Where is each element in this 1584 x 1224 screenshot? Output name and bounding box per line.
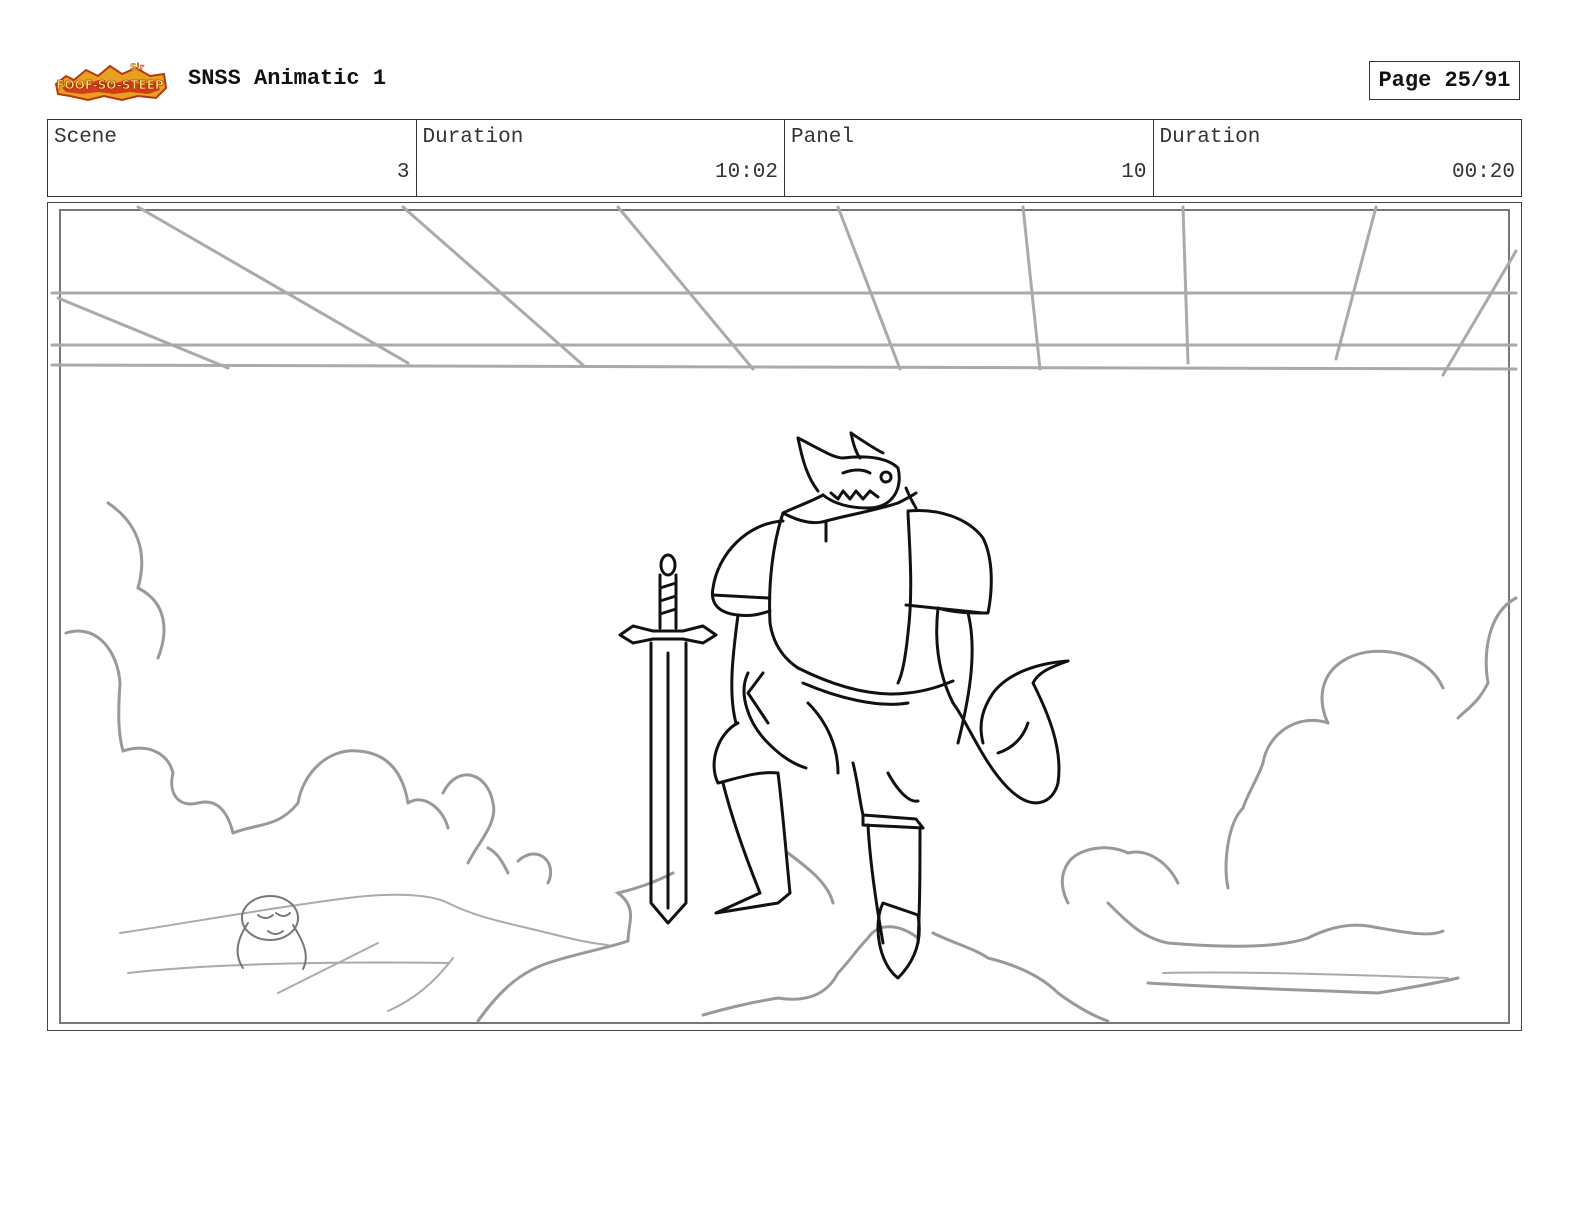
scene-cell: Scene 3 (48, 120, 417, 196)
panel-cell: Panel 10 (785, 120, 1154, 196)
sword-sketch (618, 553, 718, 925)
scene-label: Scene (54, 126, 118, 149)
page-indicator: Page 25/91 (1369, 61, 1520, 100)
left-ground-sketch (119, 893, 1449, 1012)
logo-lettering: FOOF-SO-STEEP (56, 78, 164, 92)
small-creature-sketch (236, 895, 307, 970)
document-title: SNSS Animatic 1 (188, 66, 387, 91)
logo-graphic: FOOF-SO-STEEP Sir (54, 63, 168, 102)
panel-duration-cell: Duration 00:20 (1154, 120, 1522, 196)
scene-duration-cell: Duration 10:02 (417, 120, 785, 196)
cloud-sketch-right (1060, 596, 1518, 905)
ground-sketch (476, 851, 1460, 1023)
svg-text:Sir: Sir (130, 63, 145, 73)
show-logo: FOOF-SO-STEEP Sir (52, 58, 170, 104)
scene-duration-value: 10:02 (714, 161, 778, 184)
panel-label: Panel (791, 126, 855, 149)
scene-duration-label: Duration (422, 126, 524, 149)
ceiling-grid-sketch (50, 205, 1518, 377)
wolf-knight-sketch (710, 431, 1070, 980)
scene-info-table: Scene 3 Duration 10:02 Panel 10 Duration… (47, 119, 1522, 197)
panel-duration-label: Duration (1159, 126, 1261, 149)
safe-frame (59, 209, 1510, 1024)
scene-value: 3 (396, 161, 410, 184)
panel-sketch (50, 205, 1518, 1024)
cloud-sketch-left (64, 501, 553, 885)
panel-value: 10 (1121, 161, 1147, 184)
panel-duration-value: 00:20 (1451, 161, 1515, 184)
storyboard-panel (47, 202, 1522, 1031)
